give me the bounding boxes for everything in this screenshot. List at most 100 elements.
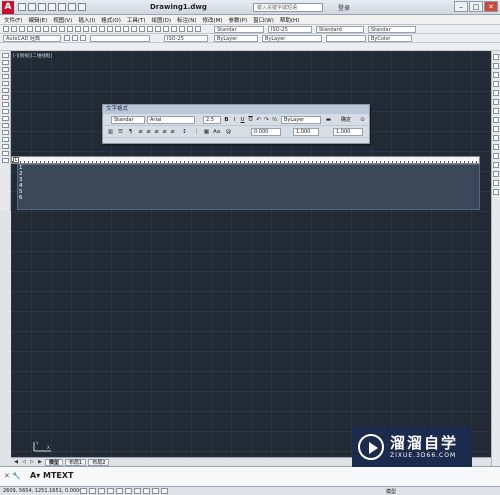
menu-insert[interactable]: 插入(I) <box>78 16 95 24</box>
align-center-icon[interactable]: ≡ <box>145 128 152 136</box>
columns-icon[interactable]: ▥ <box>107 128 114 136</box>
move-icon[interactable] <box>493 99 499 105</box>
login-button[interactable]: 登录 <box>338 3 350 12</box>
new-icon[interactable] <box>18 3 26 11</box>
tool-icon[interactable] <box>80 35 86 41</box>
chamfer-icon[interactable] <box>493 171 499 177</box>
save-as-icon[interactable] <box>48 3 56 11</box>
redo-icon[interactable] <box>78 3 86 11</box>
ellipse-icon[interactable] <box>1 109 9 114</box>
mleader-style-select[interactable]: Standar <box>368 26 416 33</box>
ok-button[interactable]: 确定 <box>341 116 351 124</box>
tool-icon[interactable] <box>131 26 137 32</box>
dyn-icon[interactable] <box>143 488 150 494</box>
tracking-input[interactable]: 1.000 <box>293 128 319 136</box>
open-icon[interactable] <box>28 3 36 11</box>
italic-button[interactable]: I <box>231 116 238 124</box>
ortho-icon[interactable] <box>98 488 105 494</box>
redo-icon[interactable]: ↷ <box>263 116 270 124</box>
tool-icon[interactable] <box>67 26 73 32</box>
font-dropdown[interactable]: Arial <box>147 116 195 124</box>
bold-button[interactable]: B <box>223 116 230 124</box>
break-icon[interactable] <box>493 153 499 159</box>
command-controls[interactable]: ✕ 🔧 <box>4 472 21 480</box>
polar-icon[interactable] <box>107 488 114 494</box>
text-style-dropdown[interactable]: Standar <box>111 116 145 124</box>
menu-edit[interactable]: 编辑(E) <box>28 16 47 24</box>
tool-icon[interactable] <box>115 26 121 32</box>
menu-dimension[interactable]: 标注(N) <box>177 16 196 24</box>
plotstyle-select[interactable]: ByColor <box>368 35 412 42</box>
array-icon[interactable] <box>493 90 499 96</box>
tool-icon[interactable] <box>139 26 145 32</box>
uppercase-icon[interactable]: Aa <box>213 128 220 136</box>
viewport-label[interactable]: [-][俯视][二维线框] <box>13 53 52 59</box>
align-left-icon[interactable]: ≡ <box>137 128 144 136</box>
insert-field-icon[interactable]: ▦ <box>203 128 210 136</box>
last-tab-icon[interactable]: ▶ <box>37 459 43 465</box>
align-right-icon[interactable]: ≡ <box>153 128 160 136</box>
revcloud-icon[interactable] <box>1 95 9 100</box>
align-distributed-icon[interactable]: ≡ <box>169 128 176 136</box>
ducs-icon[interactable] <box>134 488 141 494</box>
para-icon[interactable]: ¶ <box>127 128 134 136</box>
menu-window[interactable]: 窗口(W) <box>253 16 274 24</box>
workspace-select[interactable]: AutoCAD 经典 <box>3 35 61 42</box>
tool-icon[interactable] <box>72 35 78 41</box>
align-justify-icon[interactable]: ≡ <box>161 128 168 136</box>
line-spacing-icon[interactable]: ↕ <box>181 128 188 136</box>
tool-icon[interactable] <box>163 26 169 32</box>
snap-icon[interactable] <box>80 488 87 494</box>
tool-icon[interactable] <box>187 26 193 32</box>
undo-icon[interactable] <box>68 3 76 11</box>
tab-layout1[interactable]: 布局1 <box>65 458 87 466</box>
gradient-icon[interactable] <box>1 137 9 142</box>
justification-icon[interactable]: ☰ <box>117 128 124 136</box>
tab-stop-icon[interactable]: L <box>13 157 19 163</box>
tool-icon[interactable] <box>195 26 201 32</box>
dim-style-2-select[interactable]: ISO-25 <box>164 35 208 42</box>
text-style-select[interactable]: Standar <box>214 26 264 33</box>
menu-tools[interactable]: 工具(T) <box>127 16 146 24</box>
layer-select[interactable] <box>90 35 150 42</box>
tool-icon[interactable] <box>155 26 161 32</box>
arc-icon[interactable] <box>1 81 9 86</box>
print-icon[interactable] <box>58 3 66 11</box>
undo-icon[interactable]: ↶ <box>255 116 262 124</box>
stack-icon[interactable]: ½ <box>271 116 278 124</box>
tool-icon[interactable] <box>123 26 129 32</box>
color-select[interactable]: ByLayer <box>214 35 258 42</box>
autocad-logo-icon[interactable]: A <box>2 1 14 14</box>
menu-format[interactable]: 格式(O) <box>101 16 121 24</box>
tool-icon[interactable] <box>51 26 57 32</box>
tool-icon[interactable] <box>75 26 81 32</box>
spline-icon[interactable] <box>1 102 9 107</box>
grid-icon[interactable] <box>89 488 96 494</box>
ruler-icon[interactable]: ▬ <box>325 116 332 124</box>
menu-parameter[interactable]: 参数(P) <box>229 16 248 24</box>
oblique-angle-input[interactable]: 0.000 <box>251 128 281 136</box>
maximize-icon[interactable]: □ <box>469 1 483 12</box>
tool-icon[interactable] <box>3 26 9 32</box>
tool-icon[interactable] <box>99 26 105 32</box>
join-icon[interactable] <box>493 162 499 168</box>
menu-help[interactable]: 帮助(H) <box>280 16 299 24</box>
offset-icon[interactable] <box>493 81 499 87</box>
options-icon[interactable]: ⊙ <box>359 116 366 124</box>
numbering-icon[interactable]: ⋮ <box>193 128 200 136</box>
first-tab-icon[interactable]: ◀ <box>13 459 19 465</box>
menu-view[interactable]: 视图(V) <box>53 16 72 24</box>
polyline-icon[interactable] <box>1 60 9 65</box>
line-icon[interactable] <box>1 53 9 58</box>
table-icon[interactable] <box>1 151 9 156</box>
erase-icon[interactable] <box>493 54 499 60</box>
tab-layout2[interactable]: 布局2 <box>88 458 110 466</box>
otrack-icon[interactable] <box>125 488 132 494</box>
point-icon[interactable] <box>1 123 9 128</box>
circle-icon[interactable] <box>1 88 9 93</box>
tab-model[interactable]: 模型 <box>45 458 64 466</box>
lineweight-select[interactable] <box>326 35 366 42</box>
menu-draw[interactable]: 绘图(D) <box>152 16 172 24</box>
next-tab-icon[interactable]: ▷ <box>29 459 35 465</box>
rotate-icon[interactable] <box>493 108 499 114</box>
